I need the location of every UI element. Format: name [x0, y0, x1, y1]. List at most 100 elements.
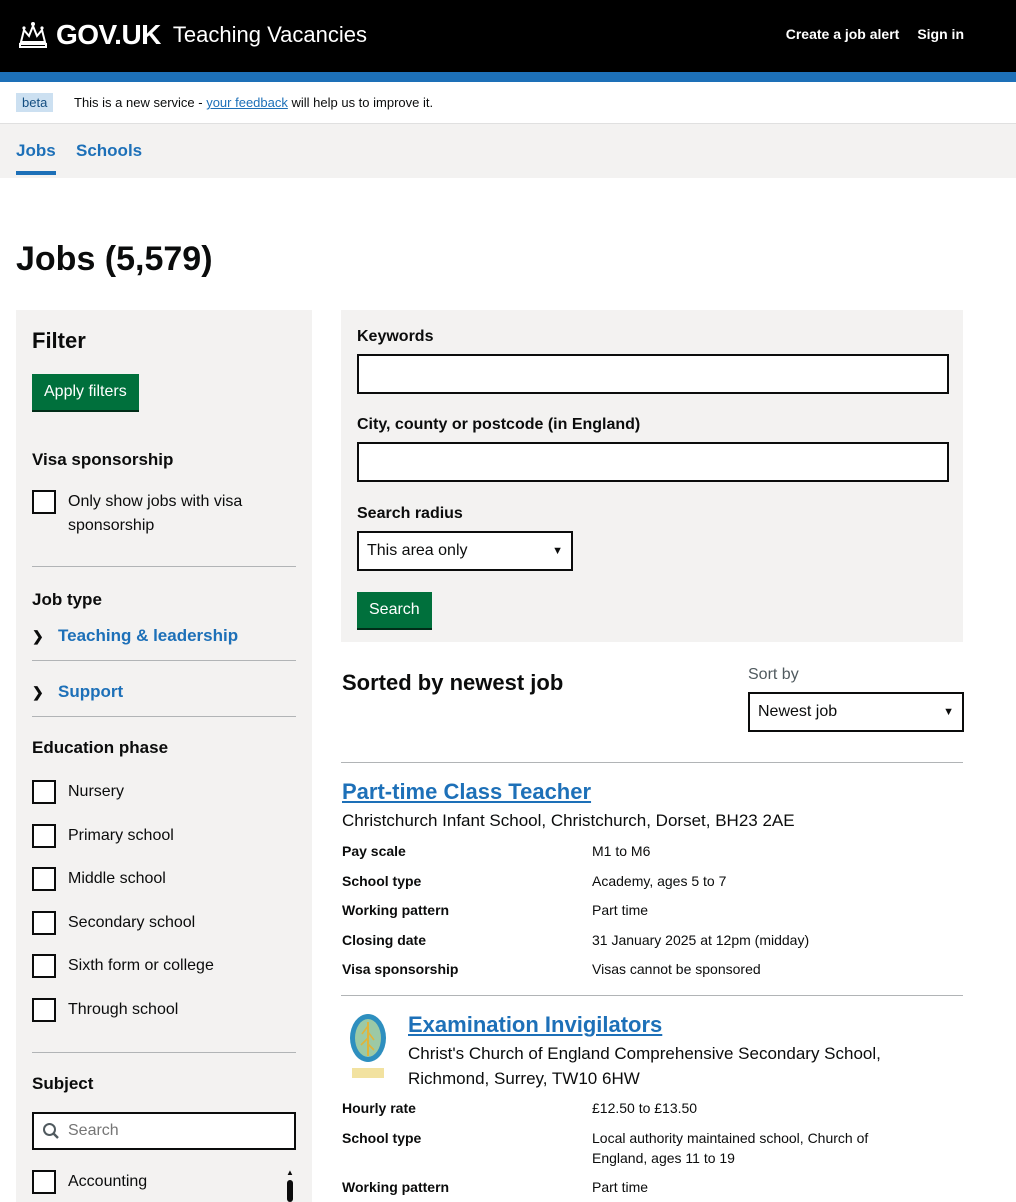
crown-icon: [19, 22, 47, 48]
checkbox[interactable]: [32, 780, 56, 804]
detail-value: England, ages 11 to 19: [592, 1150, 735, 1166]
divider: [32, 1052, 296, 1053]
header-blue-bar: [0, 72, 1016, 82]
checkbox-label: Nursery: [68, 783, 125, 800]
phase-option-middle[interactable]: Middle school: [32, 867, 166, 891]
page-title: Jobs (5,579): [16, 240, 213, 278]
detail-label: School type: [342, 873, 422, 889]
visa-heading: Visa sponsorship: [32, 450, 174, 469]
visa-label: Only show jobs with visa: [68, 493, 243, 510]
site-header: GOV.UK Teaching Vacancies Create a job a…: [0, 0, 1016, 82]
job-school-line: Richmond, Surrey, TW10 6HW: [408, 1069, 640, 1088]
search-icon: [43, 1123, 59, 1139]
accordion-label: Support: [58, 682, 124, 701]
job-detail-row: School type Academy, ages 5 to 7: [342, 871, 962, 891]
job-detail-row: Visa sponsorship Visas cannot be sponsor…: [342, 959, 962, 979]
chevron-down-icon: ▼: [552, 545, 563, 557]
phase-option-primary[interactable]: Primary school: [32, 824, 174, 848]
service-name[interactable]: Teaching Vacancies: [173, 22, 367, 48]
checkbox-label: Primary school: [68, 827, 174, 844]
apply-filters-button[interactable]: Apply filters: [32, 374, 139, 410]
subject-heading: Subject: [32, 1074, 94, 1093]
checkbox-label: Through school: [68, 1001, 179, 1018]
job-detail-row: Pay scale M1 to M6: [342, 841, 962, 861]
sort-label: Sort by: [748, 666, 799, 683]
visa-checkbox[interactable]: [32, 490, 56, 514]
school-logo: [350, 1014, 386, 1078]
sub-navigation: Jobs Schools: [0, 124, 1016, 178]
job-detail-row: School type Local authority maintained s…: [342, 1128, 962, 1168]
tab-jobs[interactable]: Jobs: [16, 141, 56, 175]
checkbox-label: Sixth form or college: [68, 957, 214, 974]
accordion-teaching-leadership[interactable]: ❯ Teaching & leadership: [32, 626, 238, 646]
location-input[interactable]: [357, 442, 949, 482]
checkbox[interactable]: [32, 867, 56, 891]
detail-label: Working pattern: [342, 1179, 450, 1195]
radius-label: Search radius: [357, 505, 463, 522]
search-panel: Keywords City, county or postcode (in En…: [341, 310, 963, 642]
checkbox[interactable]: [32, 1170, 56, 1194]
detail-label: Hourly rate: [342, 1100, 416, 1116]
checkbox[interactable]: [32, 824, 56, 848]
subject-search-input[interactable]: [68, 1122, 268, 1140]
scroll-thumb[interactable]: [287, 1180, 293, 1202]
job-school-line: Christ's Church of England Comprehensive…: [408, 1044, 881, 1063]
divider: [32, 660, 296, 661]
govuk-logo[interactable]: GOV.UK Teaching Vacancies: [16, 18, 367, 52]
accordion-support[interactable]: ❯ Support: [32, 682, 123, 702]
detail-value: M1 to M6: [592, 843, 651, 859]
checkbox[interactable]: [32, 911, 56, 935]
job-detail-row: Closing date 31 January 2025 at 12pm (mi…: [342, 930, 962, 950]
phase-option-through[interactable]: Through school: [32, 998, 178, 1022]
checkbox-label: Secondary school: [68, 914, 196, 931]
detail-label: Visa sponsorship: [342, 961, 459, 977]
chevron-down-icon: ❯: [32, 627, 44, 644]
phase-banner: beta This is a new service - your feedba…: [0, 82, 1016, 124]
detail-value: Visas cannot be sponsored: [592, 961, 761, 977]
checkbox[interactable]: [32, 998, 56, 1022]
divider: [341, 762, 963, 763]
phase-option-sixth-form[interactable]: Sixth form or college: [32, 954, 214, 978]
chevron-down-icon: ▼: [943, 706, 954, 718]
job-title-link[interactable]: Examination Invigilators: [408, 1012, 662, 1038]
detail-value: Academy, ages 5 to 7: [592, 873, 727, 889]
detail-value: 31 January 2025 at 12pm (midday): [592, 932, 810, 948]
sign-in-link[interactable]: Sign in: [917, 26, 964, 42]
tab-schools[interactable]: Schools: [76, 141, 142, 161]
sort-select[interactable]: Newest job ▼: [748, 692, 964, 732]
radius-select[interactable]: This area only ▼: [357, 531, 573, 571]
feedback-link[interactable]: your feedback: [206, 95, 288, 110]
detail-label: Pay scale: [342, 843, 406, 859]
beta-tag: beta: [16, 93, 54, 112]
job-school: Christ's Church of England Comprehensive…: [408, 1041, 881, 1091]
scroll-up-icon[interactable]: ▲: [286, 1168, 294, 1177]
divider: [341, 995, 963, 996]
keywords-label: Keywords: [357, 328, 434, 345]
job-detail-row: Working pattern Part time: [342, 900, 962, 920]
job-school: Christchurch Infant School, Christchurch…: [342, 811, 795, 830]
education-phase-heading: Education phase: [32, 738, 169, 757]
visa-label-2: sponsorship: [68, 517, 155, 534]
search-button[interactable]: Search: [357, 592, 432, 628]
subject-option-accounting[interactable]: Accounting: [32, 1170, 147, 1194]
subject-scrollbar[interactable]: ▲: [286, 1168, 294, 1202]
checkbox[interactable]: [32, 954, 56, 978]
detail-value: Local authority maintained school, Churc…: [592, 1130, 869, 1146]
filter-panel: Filter Apply filters Visa sponsorship On…: [16, 310, 312, 1202]
job-type-heading: Job type: [32, 590, 102, 609]
job-detail-row: Working pattern Part time: [342, 1177, 962, 1197]
detail-label: Working pattern: [342, 902, 450, 918]
keywords-input[interactable]: [357, 354, 949, 394]
job-title-link[interactable]: Part-time Class Teacher: [342, 779, 591, 805]
subject-search-field[interactable]: [32, 1112, 296, 1150]
detail-label: School type: [342, 1130, 422, 1146]
radius-value: This area only: [367, 542, 468, 559]
visa-option[interactable]: Only show jobs with visa sponsorship: [32, 490, 242, 538]
header-nav: Create a job alert Sign in: [786, 26, 964, 42]
phase-option-secondary[interactable]: Secondary school: [32, 911, 195, 935]
accordion-label: Teaching & leadership: [58, 626, 239, 645]
phase-option-nursery[interactable]: Nursery: [32, 780, 124, 804]
sorted-heading: Sorted by newest job: [342, 670, 564, 695]
create-job-alert-link[interactable]: Create a job alert: [786, 26, 900, 42]
location-label: City, county or postcode (in England): [357, 416, 641, 433]
